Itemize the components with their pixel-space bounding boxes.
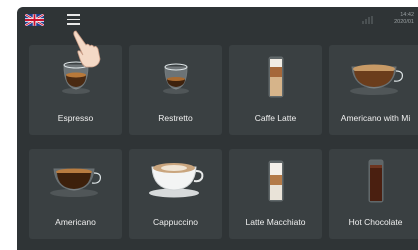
ristretto-cup-icon [129,53,222,105]
signal-icon [362,16,374,24]
hamburger-menu-icon[interactable] [67,14,80,25]
drink-tile-espresso[interactable]: Espresso [29,45,122,135]
drink-label: Espresso [57,113,94,123]
drink-tile-hot-chocolate[interactable]: Hot Chocolate [329,149,418,239]
drink-label: Hot Chocolate [348,217,403,227]
americano-cup-icon [29,157,122,209]
drink-tile-caffe-latte[interactable]: Caffe Latte [229,45,322,135]
uk-flag-icon[interactable] [25,14,44,26]
cappuccino-cup-icon [129,157,222,209]
drink-tile-americano[interactable]: Americano [29,149,122,239]
top-bar: 14:42 2020/01 [17,7,418,35]
drink-tile-americano-with-milk[interactable]: Americano with Mi [329,45,418,135]
drink-label: Americano [55,217,96,227]
coffee-machine-screen: 14:42 2020/01 Espresso Restretto Caffe L… [17,7,418,250]
americano-milk-cup-icon [329,53,418,105]
hot-chocolate-glass-icon [329,157,418,209]
drink-label: Latte Macchiato [245,217,306,227]
drink-label: Caffe Latte [254,113,297,123]
drink-label: Restretto [158,113,193,123]
latte-glass-icon [229,53,322,105]
time-text: 14:42 [400,12,414,18]
date-text: 2020/01 [394,19,414,25]
drink-tile-latte-macchiato[interactable]: Latte Macchiato [229,149,322,239]
macchiato-glass-icon [229,157,322,209]
espresso-cup-icon [29,53,122,105]
drink-tile-cappuccino[interactable]: Cappuccino [129,149,222,239]
status-clock: 14:42 2020/01 [394,12,414,26]
drink-label: Cappuccino [153,217,198,227]
drink-label: Americano with Mi [340,113,411,123]
drink-tile-restretto[interactable]: Restretto [129,45,222,135]
